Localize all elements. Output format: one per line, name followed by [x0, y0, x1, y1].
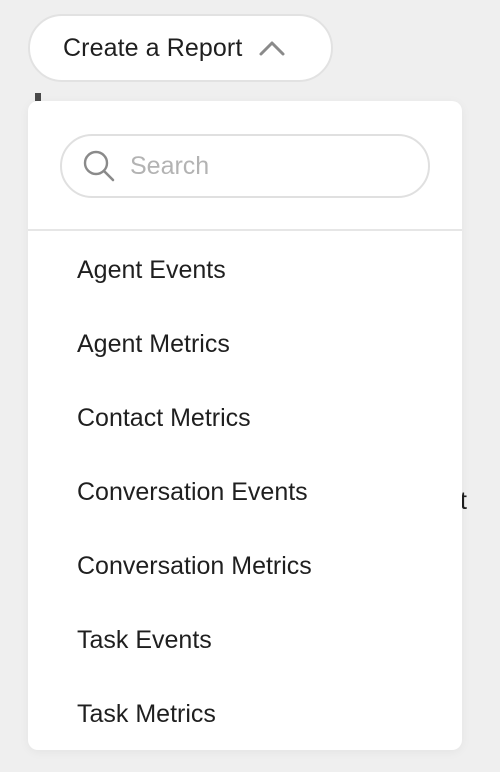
report-type-list: Agent Events Agent Metrics Contact Metri… — [28, 231, 462, 750]
search-icon — [82, 149, 116, 183]
menu-item-agent-events[interactable]: Agent Events — [28, 231, 462, 307]
create-report-button[interactable]: Create a Report — [28, 14, 333, 82]
search-input[interactable] — [130, 151, 410, 181]
search-area — [28, 101, 462, 231]
create-report-label: Create a Report — [63, 33, 243, 62]
search-box[interactable] — [60, 134, 430, 198]
menu-item-conversation-metrics[interactable]: Conversation Metrics — [28, 529, 462, 603]
menu-item-contact-metrics[interactable]: Contact Metrics — [28, 381, 462, 455]
menu-item-task-events[interactable]: Task Events — [28, 603, 462, 677]
menu-item-agent-metrics[interactable]: Agent Metrics — [28, 307, 462, 381]
background-fragment — [35, 93, 41, 101]
chevron-up-icon — [258, 39, 286, 57]
menu-item-task-metrics[interactable]: Task Metrics — [28, 677, 462, 750]
menu-item-conversation-events[interactable]: Conversation Events — [28, 455, 462, 529]
report-type-dropdown: Agent Events Agent Metrics Contact Metri… — [28, 101, 462, 750]
